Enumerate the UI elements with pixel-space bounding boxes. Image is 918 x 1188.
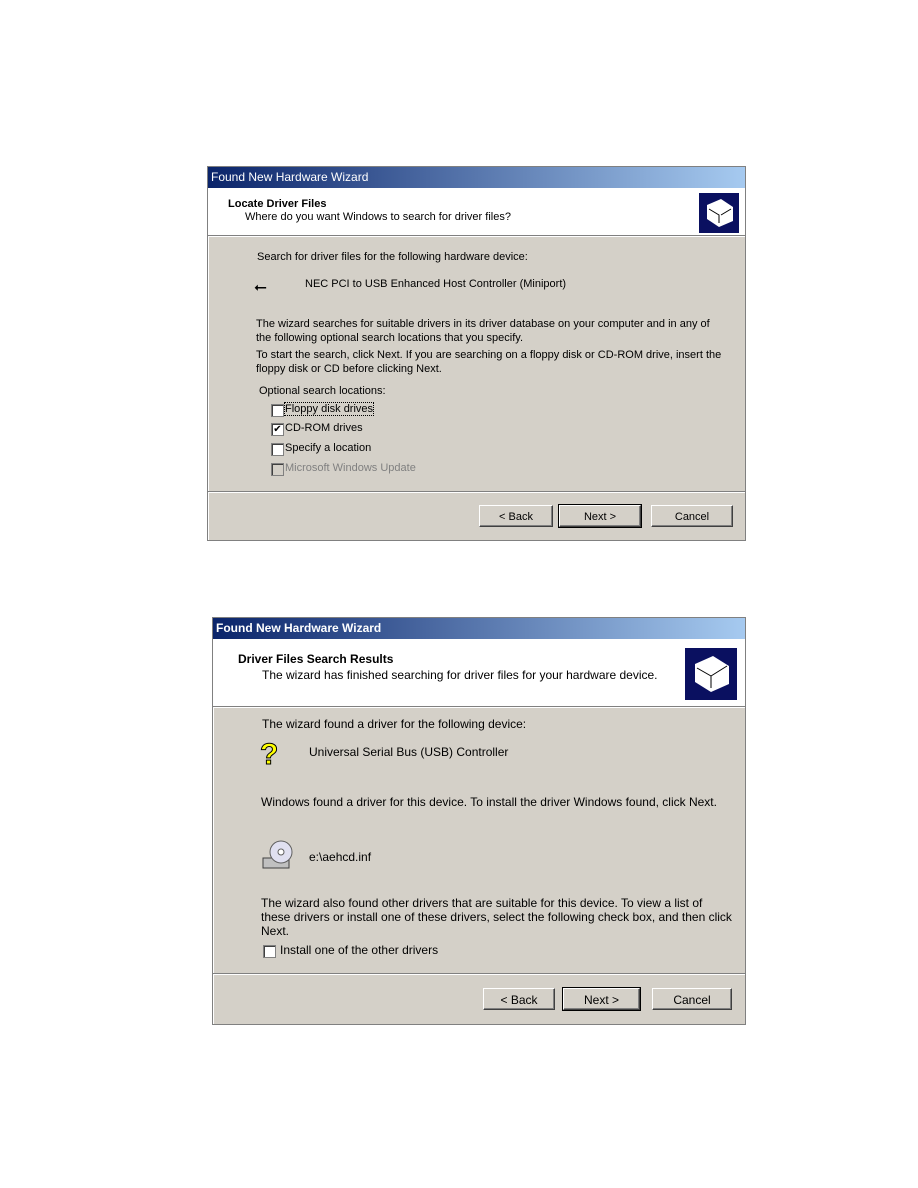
windows-update-checkbox	[271, 463, 284, 476]
back-button[interactable]: < Back	[483, 988, 555, 1010]
header-subtitle: Where do you want Windows to search for …	[245, 211, 511, 223]
description-line: the following optional search locations …	[256, 332, 524, 344]
cd-drive-icon	[261, 838, 295, 875]
back-button[interactable]: < Back	[479, 505, 553, 527]
install-other-drivers-checkbox[interactable]	[263, 945, 276, 958]
other-drivers-text: Next.	[261, 924, 290, 938]
specify-location-label[interactable]: Specify a location	[285, 442, 371, 454]
hardware-wizard-icon	[685, 648, 737, 700]
next-button[interactable]: Next >	[562, 987, 641, 1011]
cancel-button[interactable]: Cancel	[651, 505, 733, 527]
driver-file-path: e:\aehcd.inf	[309, 850, 372, 864]
options-label: Optional search locations:	[259, 385, 386, 397]
title-bar: Found New Hardware Wizard	[213, 618, 745, 639]
title-bar: Found New Hardware Wizard	[208, 167, 745, 188]
install-other-drivers-label[interactable]: Install one of the other drivers	[280, 943, 438, 957]
device-name: Universal Serial Bus (USB) Controller	[309, 745, 509, 759]
wizard-dialog-results: Found New Hardware Wizard Driver Files S…	[212, 617, 746, 1025]
wizard-header: Driver Files Search Results The wizard h…	[213, 639, 745, 707]
instruction-line: floppy disk or CD before clicking Next.	[256, 363, 442, 375]
next-button[interactable]: Next >	[558, 504, 642, 528]
wizard-dialog-locate: Found New Hardware Wizard Locate Driver …	[207, 166, 746, 541]
device-name: NEC PCI to USB Enhanced Host Controller …	[305, 278, 567, 290]
specify-location-checkbox[interactable]	[271, 443, 284, 456]
cdrom-label[interactable]: CD-ROM drives	[285, 422, 363, 434]
cancel-button[interactable]: Cancel	[652, 988, 732, 1010]
floppy-label[interactable]: Floppy disk drives	[283, 402, 375, 416]
header-title: Locate Driver Files	[228, 198, 327, 210]
hardware-wizard-icon	[699, 193, 739, 233]
question-mark-icon: ?	[259, 738, 279, 772]
windows-update-label: Microsoft Windows Update	[285, 462, 416, 474]
intro-text: The wizard found a driver for the follow…	[262, 717, 527, 731]
wizard-header: Locate Driver Files Where do you want Wi…	[208, 188, 745, 236]
description-line: The wizard searches for suitable drivers…	[256, 318, 710, 330]
divider	[213, 973, 745, 975]
found-text: Windows found a driver for this device. …	[261, 795, 717, 809]
usb-icon: ⭠	[254, 279, 267, 296]
floppy-checkbox[interactable]	[271, 404, 284, 417]
cdrom-checkbox[interactable]: ✔	[271, 423, 284, 436]
divider	[208, 491, 745, 493]
header-title: Driver Files Search Results	[238, 652, 394, 666]
instruction-line: To start the search, click Next. If you …	[256, 349, 722, 361]
header-subtitle: The wizard has finished searching for dr…	[262, 668, 658, 682]
other-drivers-text: The wizard also found other drivers that…	[261, 896, 703, 910]
other-drivers-text: these drivers or install one of these dr…	[261, 910, 732, 924]
intro-text: Search for driver files for the followin…	[257, 251, 528, 263]
